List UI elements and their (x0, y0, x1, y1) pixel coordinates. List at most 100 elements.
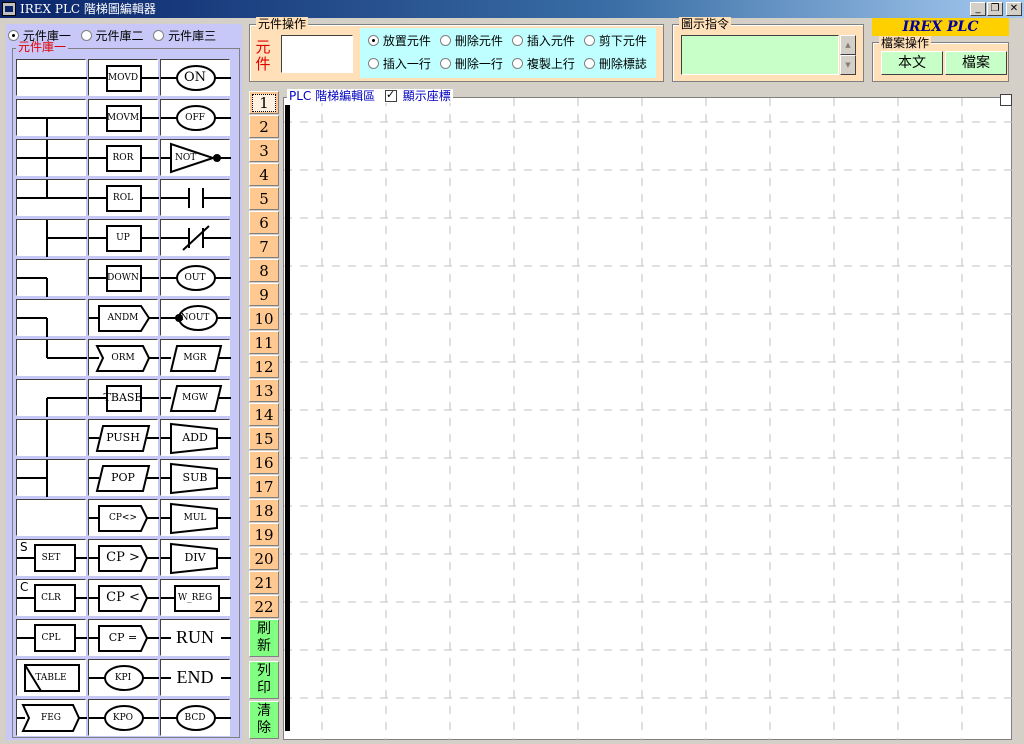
lib-tbase[interactable]: TBASE (88, 379, 159, 416)
row-number-12[interactable]: 12 (249, 355, 279, 378)
library-tab-3[interactable]: 元件庫三 (153, 27, 216, 44)
lib-wire-corner-down-right[interactable] (16, 379, 87, 417)
lib-wire-tee-right[interactable] (16, 219, 87, 257)
lib-contact-nc[interactable] (160, 219, 231, 256)
show-coords-checkbox[interactable] (384, 88, 397, 102)
row-number-4[interactable]: 4 (249, 163, 279, 186)
lib-contact-no[interactable] (160, 179, 231, 216)
lib-w-reg[interactable]: W_REG (160, 579, 231, 616)
row-number-13[interactable]: 13 (249, 379, 279, 402)
row-number-17[interactable]: 17 (249, 475, 279, 498)
row-number-14[interactable]: 14 (249, 403, 279, 426)
file-button[interactable]: 檔案 (945, 51, 1007, 75)
scroll-down-icon[interactable]: ▼ (840, 55, 856, 75)
lib-pop-label: POP (111, 471, 135, 484)
lib-off-label: OFF (185, 112, 205, 123)
lib-kpo[interactable]: KPO (88, 699, 159, 736)
print-button[interactable]: 列印 (249, 661, 279, 699)
row-number-20[interactable]: 20 (249, 547, 279, 570)
lib-movm[interactable]: MOVM (88, 99, 159, 136)
lib-table[interactable]: TABLE (16, 659, 86, 696)
lib-wire-corner-down[interactable] (16, 259, 86, 297)
lib-wire-corner-down-2[interactable] (16, 299, 86, 337)
lib-mul[interactable]: MUL (160, 499, 231, 536)
row-number-1[interactable]: 1 (249, 91, 279, 114)
lib-add[interactable]: ADD (160, 419, 231, 456)
app-icon[interactable] (2, 2, 16, 16)
op-copy-row[interactable]: 複製上行 (512, 57, 575, 71)
lib-off[interactable]: OFF (160, 99, 231, 136)
library-tab-2[interactable]: 元件庫二 (80, 27, 144, 44)
lib-ror[interactable]: ROR (88, 139, 159, 176)
lib-mgw[interactable]: MGW (160, 379, 231, 416)
lib-andm[interactable]: ANDM (88, 299, 159, 336)
command-text-area[interactable] (681, 35, 839, 75)
lib-end[interactable]: END (160, 659, 231, 696)
lib-feg[interactable]: FEG (16, 699, 87, 736)
op-cut[interactable]: 剪下元件 (584, 34, 647, 48)
row-number-5[interactable]: 5 (249, 187, 279, 210)
lib-wire-empty[interactable] (16, 499, 86, 536)
lib-pop[interactable]: POP (88, 459, 159, 496)
row-number-7[interactable]: 7 (249, 235, 279, 258)
lib-wire-tee-up[interactable] (16, 179, 87, 216)
lib-bcd[interactable]: BCD (160, 699, 231, 736)
scroll-up-icon[interactable]: ▲ (840, 35, 856, 55)
row-number-19[interactable]: 19 (249, 523, 279, 546)
row-number-9[interactable]: 9 (249, 283, 279, 306)
lib-wire-horizontal[interactable] (16, 59, 87, 96)
row-number-22[interactable]: 22 (249, 595, 279, 618)
row-number-18[interactable]: 18 (249, 499, 279, 522)
lib-run[interactable]: RUN (160, 619, 231, 656)
lib-cpl[interactable]: CPL (16, 619, 87, 656)
editor-corner-box[interactable] (1000, 94, 1012, 106)
lib-up[interactable]: UP (88, 219, 159, 256)
row-number-11[interactable]: 11 (249, 331, 279, 354)
lib-cp-11[interactable]: CP<> (88, 499, 159, 536)
lib-cp-13[interactable]: CP < (88, 579, 159, 616)
lib-out[interactable]: OUT (160, 259, 231, 296)
lib-wire-tee-right-symbol (46, 220, 87, 257)
lib-wire-corner-up-right[interactable] (16, 339, 87, 376)
lib-wire-tee-left[interactable] (16, 459, 86, 497)
lib-orm[interactable]: ORM (88, 339, 159, 376)
lib-mgr[interactable]: MGR (160, 339, 231, 376)
lib-movd[interactable]: MOVD (88, 59, 159, 96)
row-number-21[interactable]: 21 (249, 571, 279, 594)
lib-cp-12[interactable]: CP > (88, 539, 159, 576)
lib-rol[interactable]: ROL (88, 179, 159, 216)
minimize-button[interactable]: _ (970, 2, 986, 16)
clear-button[interactable]: 清除 (249, 701, 279, 739)
op-delete[interactable]: 刪除元件 (440, 34, 503, 48)
row-number-15[interactable]: 15 (249, 427, 279, 450)
op-insert-row[interactable]: 插入一行 (368, 57, 431, 71)
refresh-button[interactable]: 刷新 (249, 619, 279, 657)
row-number-16[interactable]: 16 (249, 451, 279, 474)
restore-button[interactable]: ❐ (987, 2, 1003, 16)
op-insert[interactable]: 插入元件 (512, 34, 575, 48)
row-number-2[interactable]: 2 (249, 115, 279, 138)
lib-down[interactable]: DOWN (88, 259, 159, 296)
lib-sub[interactable]: SUB (160, 459, 231, 496)
lib-run-label: RUN (175, 627, 214, 647)
row-number-3[interactable]: 3 (249, 139, 279, 162)
lib-kpi[interactable]: KPI (88, 659, 159, 696)
op-delete-mark[interactable]: 刪除標誌 (584, 57, 647, 71)
lib-push[interactable]: PUSH (88, 419, 159, 456)
lib-wire-vertical[interactable] (16, 419, 86, 457)
op-place[interactable]: 放置元件 (368, 34, 431, 48)
row-number-10[interactable]: 10 (249, 307, 279, 330)
op-delete-row[interactable]: 刪除一行 (440, 57, 503, 71)
lib-not[interactable]: NOT (160, 139, 231, 176)
lib-wire-tee-down[interactable] (16, 99, 87, 137)
lib-nout[interactable]: NOUT (160, 299, 231, 336)
lib-wire-cross[interactable] (16, 139, 87, 177)
row-number-8[interactable]: 8 (249, 259, 279, 282)
close-button[interactable]: ✕ (1006, 2, 1022, 16)
lib-div[interactable]: DIV (160, 539, 231, 576)
text-button[interactable]: 本文 (881, 51, 943, 75)
lib-cp-14[interactable]: CP = (88, 619, 159, 656)
ladder-editor-area[interactable] (283, 97, 1013, 741)
row-number-6[interactable]: 6 (249, 211, 279, 234)
lib-on[interactable]: ON (160, 59, 231, 96)
